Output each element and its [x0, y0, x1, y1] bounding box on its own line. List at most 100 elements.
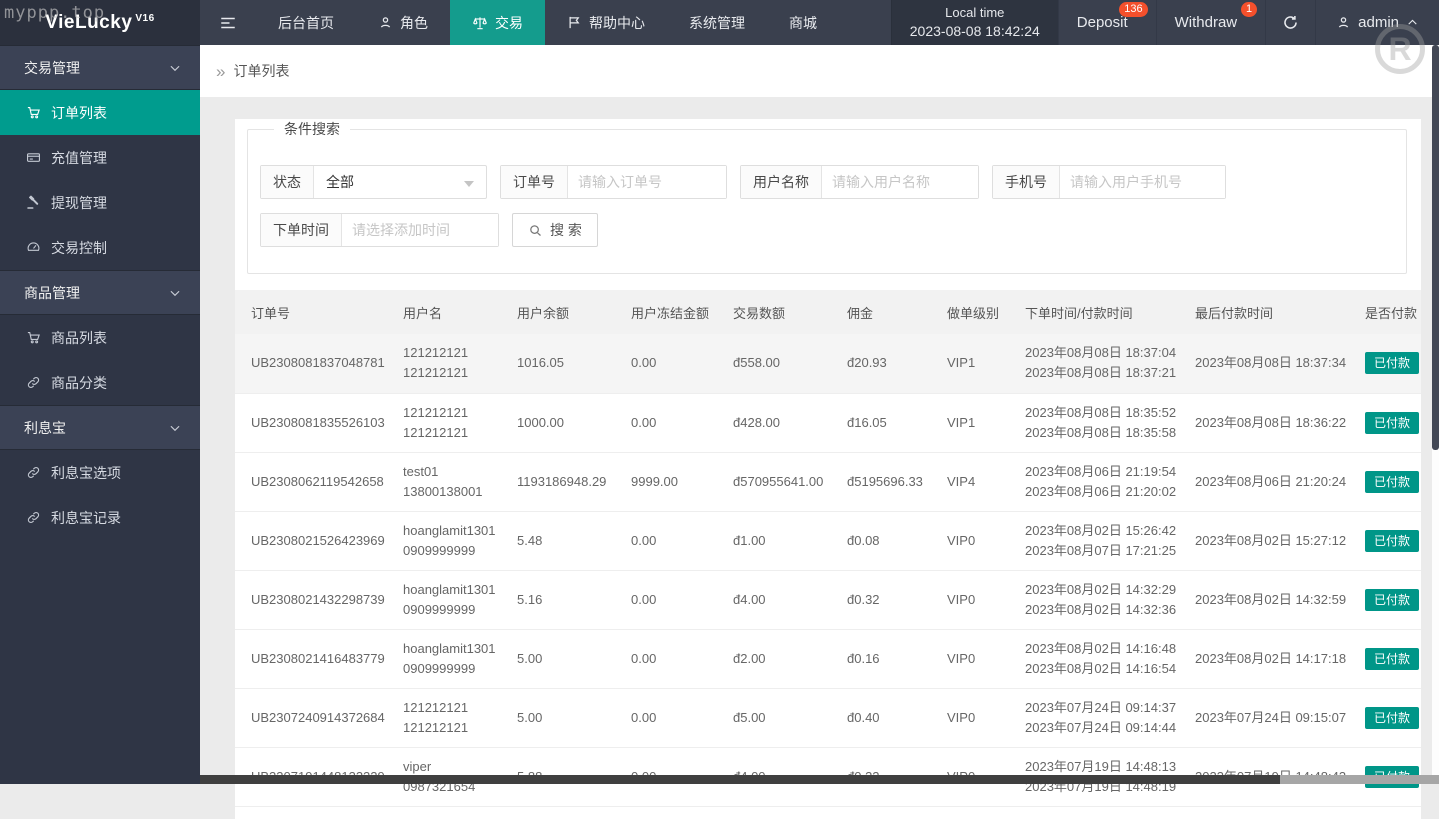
sidebar-group-trade-management[interactable]: 交易管理 — [0, 45, 200, 90]
table-row[interactable]: UB2308021416483779 hoanglamit13010909999… — [235, 629, 1421, 688]
cell-status: 已付款 — [1357, 629, 1421, 688]
sidebar: VieLuckyV16 交易管理 订单列表 充值管理 提现管理 交易控制 商品管… — [0, 0, 200, 784]
col-header-last-pay-time: 最后付款时间 — [1187, 290, 1357, 334]
search-row-2: 下单时间 搜 索 — [260, 213, 1394, 247]
cell-commission: đ0.40 — [839, 688, 939, 747]
cell-order-no: UB2308062119542658 — [235, 452, 395, 511]
withdraw-count-badge: 1 — [1241, 2, 1257, 17]
horizontal-scrollbar-thumb[interactable] — [200, 775, 1280, 784]
sidebar-item-product-list[interactable]: 商品列表 — [0, 315, 200, 360]
hamburger-icon — [219, 14, 237, 32]
cell-amount: đ558.00 — [725, 334, 839, 393]
sidebar-item-withdraw-management[interactable]: 提现管理 — [0, 180, 200, 225]
cell-status: 已付款 — [1357, 511, 1421, 570]
nav-item-system-management[interactable]: 系统管理 — [667, 0, 767, 45]
status-select[interactable]: 全部 — [314, 166, 486, 198]
table-row[interactable]: UB2307240914372684 121212121121212121 5.… — [235, 688, 1421, 747]
breadcrumb-chevrons-icon: » — [216, 63, 225, 80]
cell-amount: đ5.00 — [725, 688, 839, 747]
withdraw-button[interactable]: Withdraw 1 — [1156, 0, 1266, 45]
sidebar-toggle-button[interactable] — [200, 0, 256, 45]
app-logo[interactable]: VieLuckyV16 — [0, 0, 200, 45]
cell-amount: đ4.00 — [725, 570, 839, 629]
scales-icon — [472, 15, 488, 31]
cell-order-time: 2023年08月08日 18:37:042023年08月08日 18:37:21 — [1017, 334, 1187, 393]
nav-item-mall[interactable]: 商城 — [767, 0, 839, 45]
cell-level: VIP1 — [939, 393, 1017, 452]
sidebar-group-lixibao[interactable]: 利息宝 — [0, 405, 200, 450]
link-icon — [26, 465, 41, 480]
paid-status-badge[interactable]: 已付款 — [1365, 648, 1419, 670]
cell-status: 已付款 — [1357, 393, 1421, 452]
username-filter-group: 用户名称 — [740, 165, 979, 199]
paid-status-badge[interactable]: 已付款 — [1365, 471, 1419, 493]
order-time-filter-group: 下单时间 — [260, 213, 499, 247]
cell-last-pay-time: 2023年08月08日 18:36:22 — [1187, 393, 1357, 452]
cell-order-no: UB2308021432298739 — [235, 570, 395, 629]
cell-username: hoanglamit13010909999999 — [395, 570, 509, 629]
cell-balance: 5.48 — [509, 511, 623, 570]
vertical-scrollbar-thumb[interactable] — [1432, 45, 1439, 450]
table-row[interactable]: UB2308081835526103 121212121121212121 10… — [235, 393, 1421, 452]
paid-status-badge[interactable]: 已付款 — [1365, 707, 1419, 729]
cell-order-time: 2023年08月02日 14:32:292023年08月02日 14:32:36 — [1017, 570, 1187, 629]
paid-status-badge[interactable]: 已付款 — [1365, 412, 1419, 434]
col-header-amount: 交易数额 — [725, 290, 839, 334]
cell-balance: 1193186948.29 — [509, 452, 623, 511]
vertical-scrollbar[interactable] — [1432, 45, 1439, 784]
person-icon — [378, 15, 393, 30]
horizontal-scrollbar[interactable] — [200, 775, 1439, 784]
cell-status: 已付款 — [1357, 688, 1421, 747]
table-row[interactable]: UB2308021526423969 hoanglamit13010909999… — [235, 511, 1421, 570]
cell-frozen: 0.00 — [623, 511, 725, 570]
cell-username: hoanglamit13010909999999 — [395, 629, 509, 688]
cell-order-time: 2023年08月06日 21:19:542023年08月06日 21:20:02 — [1017, 452, 1187, 511]
nav-item-trade[interactable]: 交易 — [450, 0, 545, 45]
order-no-input[interactable] — [568, 166, 726, 198]
cell-commission: đ0.16 — [839, 629, 939, 688]
sidebar-item-lixibao-options[interactable]: 利息宝选项 — [0, 450, 200, 495]
refresh-button[interactable] — [1265, 0, 1315, 45]
nav-item-label: 商城 — [789, 13, 817, 33]
deposit-label: Deposit — [1077, 14, 1128, 31]
sidebar-item-label: 订单列表 — [51, 103, 107, 123]
paid-status-badge[interactable]: 已付款 — [1365, 352, 1419, 374]
phone-filter-group: 手机号 — [992, 165, 1226, 199]
nav-item-help-center[interactable]: 帮助中心 — [545, 0, 667, 45]
table-row[interactable]: UB2308062119542658 test0113800138001 119… — [235, 452, 1421, 511]
nav-item-label: 角色 — [400, 13, 428, 33]
sidebar-item-label: 充值管理 — [51, 148, 107, 168]
sidebar-item-order-list[interactable]: 订单列表 — [0, 90, 200, 135]
top-navbar: 后台首页 角色 交易 帮助中心 系统管理 商城 Local time 2023-… — [200, 0, 1439, 45]
cell-username: 121212121121212121 — [395, 393, 509, 452]
deposit-button[interactable]: Deposit 136 — [1058, 0, 1156, 45]
col-header-order-no: 订单号 — [235, 290, 395, 334]
sidebar-group-product-management[interactable]: 商品管理 — [0, 270, 200, 315]
paid-status-badge[interactable]: 已付款 — [1365, 589, 1419, 611]
cell-amount: đ570955641.00 — [725, 452, 839, 511]
paid-status-badge[interactable]: 已付款 — [1365, 530, 1419, 552]
cell-amount: đ1.00 — [725, 511, 839, 570]
table-row[interactable]: UB2308021432298739 hoanglamit13010909999… — [235, 570, 1421, 629]
nav-item-home[interactable]: 后台首页 — [256, 0, 356, 45]
order-time-input[interactable] — [342, 214, 498, 246]
breadcrumb: » 订单列表 — [200, 45, 1439, 97]
nav-item-label: 系统管理 — [689, 13, 745, 33]
phone-input[interactable] — [1060, 166, 1225, 198]
col-header-level: 做单级别 — [939, 290, 1017, 334]
cart-icon — [26, 330, 41, 345]
col-header-commission: 佣金 — [839, 290, 939, 334]
nav-item-roles[interactable]: 角色 — [356, 0, 450, 45]
cell-level: VIP0 — [939, 511, 1017, 570]
cell-order-no: UB2307240914372684 — [235, 688, 395, 747]
dropdown-arrow-icon — [464, 181, 474, 187]
user-menu[interactable]: admin — [1315, 0, 1439, 45]
table-row[interactable]: UB2308081837048781 121212121121212121 10… — [235, 334, 1421, 393]
sidebar-item-product-category[interactable]: 商品分类 — [0, 360, 200, 405]
sidebar-item-recharge-management[interactable]: 充值管理 — [0, 135, 200, 180]
sidebar-item-lixibao-records[interactable]: 利息宝记录 — [0, 495, 200, 540]
cell-balance: 1016.05 — [509, 334, 623, 393]
username-input[interactable] — [822, 166, 978, 198]
search-button[interactable]: 搜 索 — [512, 213, 598, 247]
sidebar-item-trade-control[interactable]: 交易控制 — [0, 225, 200, 270]
